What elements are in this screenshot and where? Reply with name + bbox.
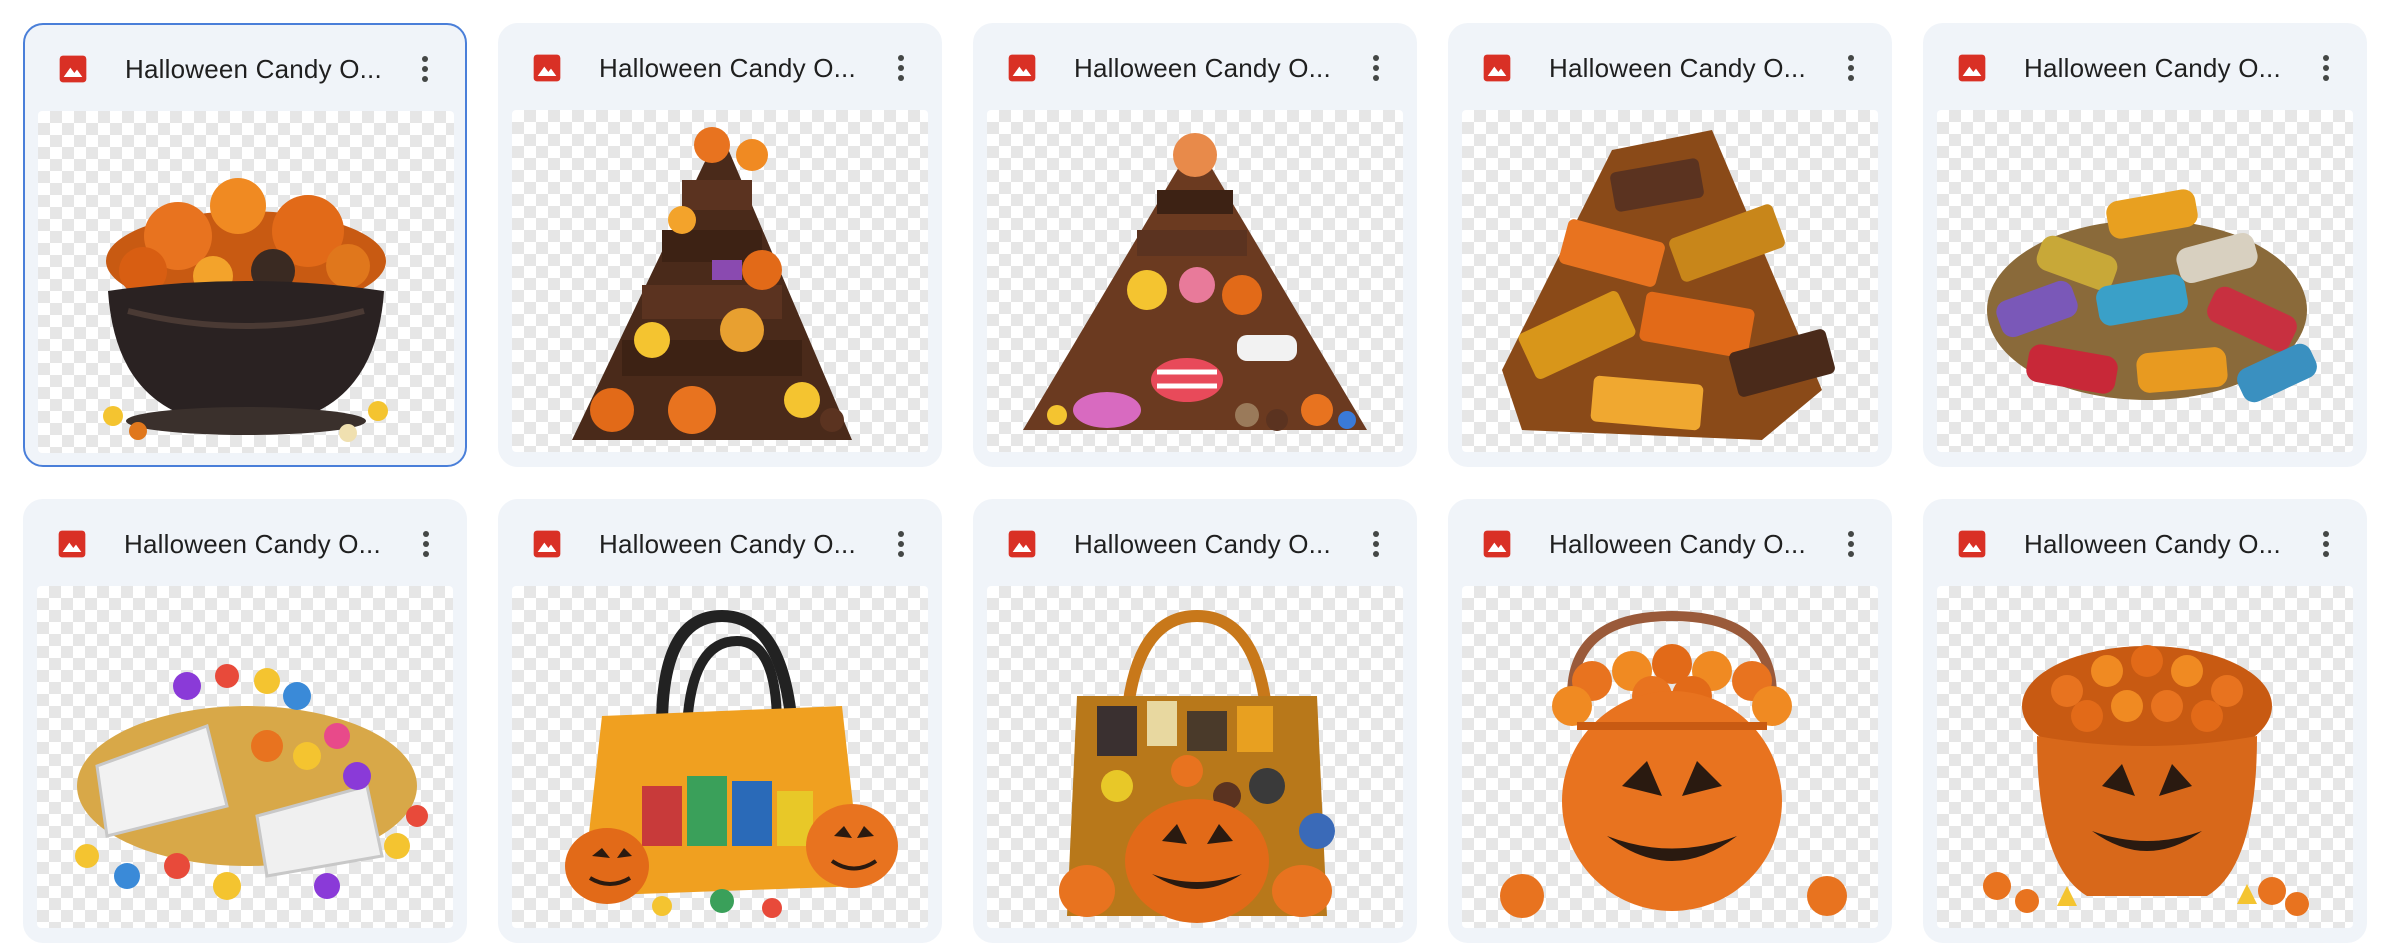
image-file-icon xyxy=(1958,54,1986,82)
more-vert-icon[interactable] xyxy=(1829,46,1873,90)
file-card-header: Halloween Candy O... xyxy=(499,24,941,112)
image-thumbnail[interactable] xyxy=(37,586,453,928)
file-title[interactable]: Halloween Candy O... xyxy=(1549,53,1807,84)
jellybeans-and-pillows-image xyxy=(75,664,428,900)
file-title[interactable]: Halloween Candy O... xyxy=(1074,53,1332,84)
more-vert-icon[interactable] xyxy=(1354,46,1398,90)
file-title[interactable]: Halloween Candy O... xyxy=(599,529,857,560)
file-card-header: Halloween Candy O... xyxy=(1449,500,1891,588)
more-vert-icon[interactable] xyxy=(403,47,447,91)
file-grid: Halloween Candy O... Halloween Candy O..… xyxy=(23,23,2367,943)
more-vert-icon[interactable] xyxy=(2304,46,2348,90)
image-file-icon xyxy=(1008,54,1036,82)
foil-wrapped-candy-pile-image xyxy=(1987,189,2317,403)
file-card[interactable]: Halloween Candy O... xyxy=(973,499,1417,943)
file-card-header: Halloween Candy O... xyxy=(25,25,465,113)
file-title[interactable]: Halloween Candy O... xyxy=(1549,529,1807,560)
pumpkin-bucket-candy-corn-image xyxy=(1983,645,2309,916)
image-file-icon xyxy=(58,530,86,558)
image-thumbnail[interactable] xyxy=(1937,110,2353,452)
file-title[interactable]: Halloween Candy O... xyxy=(2024,53,2282,84)
candy-in-black-bowl-image xyxy=(103,178,388,442)
file-card[interactable]: Halloween Candy O... xyxy=(1448,499,1892,943)
image-thumbnail[interactable] xyxy=(987,586,1403,928)
file-card[interactable]: Halloween Candy O... xyxy=(498,499,942,943)
more-vert-icon[interactable] xyxy=(1354,522,1398,566)
file-title[interactable]: Halloween Candy O... xyxy=(599,53,857,84)
image-file-icon xyxy=(1483,54,1511,82)
image-file-icon xyxy=(533,54,561,82)
file-card-header: Halloween Candy O... xyxy=(24,500,466,588)
file-card[interactable]: Halloween Candy O... xyxy=(23,499,467,943)
image-thumbnail[interactable] xyxy=(512,586,928,928)
image-thumbnail[interactable] xyxy=(1462,586,1878,928)
file-title[interactable]: Halloween Candy O... xyxy=(2024,529,2282,560)
file-title[interactable]: Halloween Candy O... xyxy=(124,529,382,560)
image-thumbnail[interactable] xyxy=(38,111,454,453)
image-file-icon xyxy=(1958,530,1986,558)
file-card-header: Halloween Candy O... xyxy=(1924,24,2366,112)
more-vert-icon[interactable] xyxy=(879,522,923,566)
more-vert-icon[interactable] xyxy=(2304,522,2348,566)
mixed-candy-pyramid-image xyxy=(1023,133,1367,431)
image-thumbnail[interactable] xyxy=(987,110,1403,452)
jack-o-lantern-candy-bag-image xyxy=(1059,609,1335,923)
more-vert-icon[interactable] xyxy=(404,522,448,566)
image-file-icon xyxy=(533,530,561,558)
more-vert-icon[interactable] xyxy=(879,46,923,90)
image-file-icon xyxy=(59,55,87,83)
wrapped-chocolate-pile-image xyxy=(1502,130,1835,440)
file-card-header: Halloween Candy O... xyxy=(1924,500,2366,588)
chocolate-candy-tower-image xyxy=(572,127,852,440)
file-card[interactable]: Halloween Candy O... xyxy=(498,23,942,467)
file-card-header: Halloween Candy O... xyxy=(499,500,941,588)
image-thumbnail[interactable] xyxy=(512,110,928,452)
pumpkin-bucket-small-pumpkins-image xyxy=(1500,610,1847,918)
file-card[interactable]: Halloween Candy O... xyxy=(23,23,467,467)
image-thumbnail[interactable] xyxy=(1462,110,1878,452)
file-card-header: Halloween Candy O... xyxy=(974,500,1416,588)
file-title[interactable]: Halloween Candy O... xyxy=(1074,529,1332,560)
file-card-header: Halloween Candy O... xyxy=(974,24,1416,112)
image-file-icon xyxy=(1483,530,1511,558)
orange-tote-with-pumpkins-image xyxy=(565,609,898,918)
image-thumbnail[interactable] xyxy=(1937,586,2353,928)
file-card[interactable]: Halloween Candy O... xyxy=(1448,23,1892,467)
file-card-header: Halloween Candy O... xyxy=(1449,24,1891,112)
image-file-icon xyxy=(1008,530,1036,558)
file-card[interactable]: Halloween Candy O... xyxy=(973,23,1417,467)
file-card[interactable]: Halloween Candy O... xyxy=(1923,499,2367,943)
file-card[interactable]: Halloween Candy O... xyxy=(1923,23,2367,467)
file-title[interactable]: Halloween Candy O... xyxy=(125,54,383,85)
more-vert-icon[interactable] xyxy=(1829,522,1873,566)
